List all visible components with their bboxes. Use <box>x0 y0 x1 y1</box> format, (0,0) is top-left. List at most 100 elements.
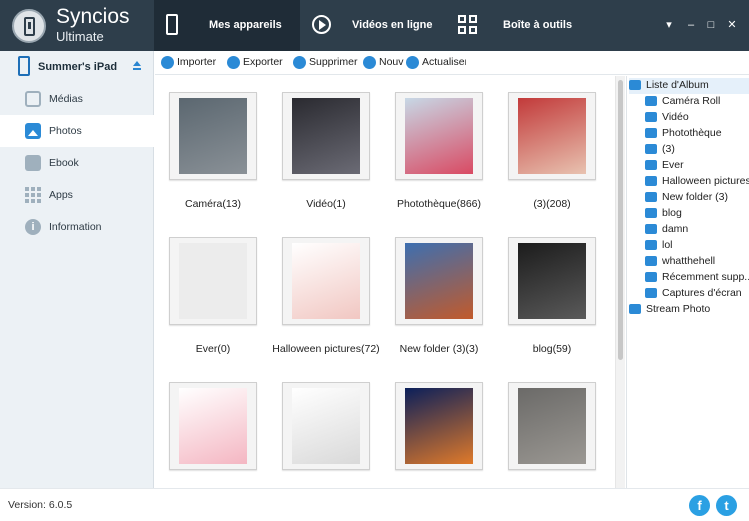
refresh-icon <box>406 56 419 69</box>
tab-label: Vidéos en ligne <box>352 19 433 31</box>
eject-icon[interactable] <box>133 61 142 70</box>
album-thumbnail <box>169 237 257 325</box>
album-tree: Liste d'Album Caméra Roll Vidéo Photothè… <box>626 76 749 488</box>
close-button[interactable]: ✕ <box>724 17 740 33</box>
album-thumbnail <box>395 237 483 325</box>
album-icon <box>645 224 657 234</box>
album-tree-label: Stream Photo <box>646 303 711 315</box>
new-icon <box>363 56 376 69</box>
facebook-icon[interactable]: f <box>689 495 710 516</box>
toolbox-icon <box>458 15 478 35</box>
album-tile[interactable] <box>497 366 607 488</box>
twitter-icon[interactable]: t <box>716 495 737 516</box>
album-image <box>405 388 473 464</box>
album-tree-label: New folder (3) <box>662 191 728 203</box>
export-label: Exporter <box>243 56 283 68</box>
sidebar-item-photos[interactable]: Photos <box>0 115 155 147</box>
album-tree-root[interactable]: Liste d'Album <box>629 78 749 94</box>
album-tile[interactable] <box>384 366 494 488</box>
sidebar-item-label: Photos <box>49 125 82 137</box>
app-name: Syncios <box>56 5 130 28</box>
sidebar-item-label: Ebook <box>49 157 79 169</box>
album-icon <box>645 192 657 202</box>
album-image <box>179 98 247 174</box>
album-tile[interactable]: Vidéo(1) <box>271 76 381 210</box>
new-label: Nouv <box>379 56 404 68</box>
delete-button[interactable]: Supprimer <box>293 56 363 70</box>
tab-toolbox[interactable]: Boîte à outils <box>440 0 580 51</box>
album-list-icon <box>629 80 641 90</box>
minimize-button[interactable]: – <box>683 17 699 33</box>
album-caption: (3)(208) <box>533 198 571 210</box>
album-tile[interactable] <box>158 366 268 488</box>
album-tile[interactable] <box>271 366 381 488</box>
album-tree-label: Vidéo <box>662 111 689 123</box>
menu-dropdown-icon[interactable]: ▾ <box>661 17 677 33</box>
album-icon <box>645 128 657 138</box>
tv-icon <box>25 91 41 107</box>
camera-icon <box>645 112 657 122</box>
sidebar-item-information[interactable]: i Information <box>0 211 154 243</box>
album-tree-label: blog <box>662 207 682 219</box>
album-tile[interactable]: New folder (3)(3) <box>384 221 494 355</box>
album-tile[interactable]: blog(59) <box>497 221 607 355</box>
tab-label: Mes appareils <box>209 19 282 31</box>
album-tree-label: lol <box>662 239 673 251</box>
play-icon <box>312 15 331 34</box>
album-caption: blog(59) <box>532 343 572 355</box>
version-label: Version: 6.0.5 <box>8 499 73 511</box>
import-button[interactable]: Importer <box>161 56 226 70</box>
album-icon <box>645 240 657 250</box>
delete-icon <box>293 56 306 69</box>
album-icon <box>645 160 657 170</box>
export-icon <box>227 56 240 69</box>
album-thumbnail <box>282 382 370 470</box>
album-image <box>179 388 247 464</box>
album-tile[interactable]: Ever(0) <box>158 221 268 355</box>
album-image <box>405 98 473 174</box>
album-thumbnail <box>508 237 596 325</box>
scrollbar-thumb[interactable] <box>618 80 623 360</box>
syncios-window: Syncios Ultimate Mes appareils Vidéos en… <box>0 0 749 521</box>
album-icon <box>645 144 657 154</box>
apps-icon <box>25 187 41 203</box>
sidebar-item-apps[interactable]: Apps <box>0 179 154 211</box>
album-tile[interactable]: Halloween pictures(72) <box>271 221 381 355</box>
delete-label: Supprimer <box>309 56 358 68</box>
export-button[interactable]: Exporter <box>227 56 289 70</box>
album-tree-label: (3) <box>662 143 675 155</box>
album-tree-label: whatthehell <box>662 255 716 267</box>
album-tree-label: Captures d'écran <box>662 287 742 299</box>
grid-scrollbar[interactable] <box>615 76 625 488</box>
photo-icon <box>25 123 41 139</box>
maximize-button[interactable]: □ <box>703 17 719 33</box>
album-image <box>292 243 360 319</box>
footer: Version: 6.0.5 f t <box>0 488 749 521</box>
tab-my-devices[interactable]: Mes appareils <box>154 0 300 51</box>
phone-icon <box>166 14 178 35</box>
album-tile[interactable]: Caméra(13) <box>158 76 268 210</box>
album-thumbnail <box>508 92 596 180</box>
refresh-button[interactable]: Actualiser <box>406 56 466 70</box>
album-icon <box>645 256 657 266</box>
tab-label: Boîte à outils <box>503 19 573 31</box>
album-image <box>518 243 586 319</box>
sidebar-item-label: Apps <box>49 189 73 201</box>
album-image <box>518 388 586 464</box>
album-icon <box>645 176 657 186</box>
album-tree-label: Récemment supp... <box>662 271 749 283</box>
sidebar-item-ebook[interactable]: Ebook <box>0 147 154 179</box>
album-thumbnail <box>508 382 596 470</box>
tab-online-videos[interactable]: Vidéos en ligne <box>300 0 440 51</box>
sidebar-item-media[interactable]: Médias <box>0 83 154 115</box>
toolbar: Importer Exporter Supprimer Nouv Actuali… <box>155 51 749 75</box>
sidebar-item-label: Médias <box>49 93 83 105</box>
album-tile[interactable]: (3)(208) <box>497 76 607 210</box>
new-album-button[interactable]: Nouv <box>363 56 408 70</box>
album-tree-label: damn <box>662 223 689 235</box>
album-tree-label: Photothèque <box>662 127 722 139</box>
book-icon <box>25 155 41 171</box>
album-tile[interactable]: Photothèque(866) <box>384 76 494 210</box>
device-header[interactable]: Summer's iPad <box>0 53 154 81</box>
sidebar-item-label: Information <box>49 221 102 233</box>
